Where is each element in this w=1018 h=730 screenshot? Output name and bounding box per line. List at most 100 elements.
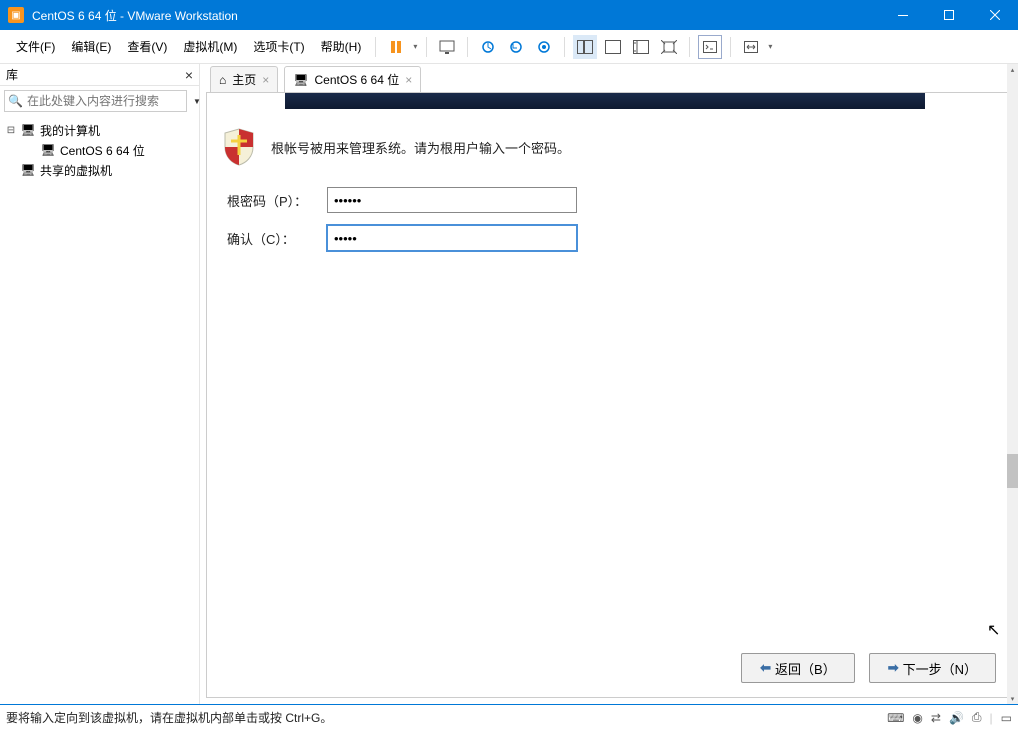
view-unity-button[interactable] xyxy=(629,35,653,59)
scroll-thumb[interactable] xyxy=(1007,454,1018,488)
pause-button[interactable] xyxy=(384,35,408,59)
snapshot-button[interactable] xyxy=(476,35,500,59)
pause-dropdown[interactable]: ▾ xyxy=(410,42,420,51)
separator xyxy=(375,37,376,57)
scroll-up-button[interactable]: ▴ xyxy=(1007,64,1018,75)
pause-icon xyxy=(389,40,403,54)
tree-label: 我的计算机 xyxy=(40,122,100,139)
console-view-button[interactable] xyxy=(698,35,722,59)
search-icon: 🔍 xyxy=(8,94,23,108)
shield-icon xyxy=(221,127,257,167)
tab-close-button[interactable]: × xyxy=(405,73,412,87)
right-scrollbar[interactable]: ▴ ▾ xyxy=(1007,64,1018,704)
installer-instruction: 根帐号被用来管理系统。请为根用户输入一个密码。 xyxy=(271,138,570,157)
separator xyxy=(467,37,468,57)
vm-icon: 🖥 xyxy=(40,143,56,157)
view-fullscreen-button[interactable] xyxy=(657,35,681,59)
device-tray: ⌨ ◉ ⇄ 🔊 ⎙ | ▭ xyxy=(887,710,1012,725)
menubar: 文件(F) 编辑(E) 查看(V) 虚拟机(M) 选项卡(T) 帮助(H) ▾ … xyxy=(0,30,1018,64)
statusbar: 要将输入定向到该虚拟机，请在虚拟机内部单击或按 Ctrl+G。 ⌨ ◉ ⇄ 🔊 … xyxy=(0,704,1018,730)
tree-item-my-computer[interactable]: ⊟ 🖥 我的计算机 xyxy=(0,120,199,140)
separator: | xyxy=(990,711,993,725)
tab-strip: ⌂ 主页 × 🖥 CentOS 6 64 位 × xyxy=(200,64,1017,92)
hard-disk-icon[interactable]: ⌨ xyxy=(887,711,904,725)
monitor-icon xyxy=(439,40,455,54)
tab-label: CentOS 6 64 位 xyxy=(315,71,400,88)
vm-console[interactable]: 根帐号被用来管理系统。请为根用户输入一个密码。 根密码（P）： 确认（C）： ⬅ xyxy=(206,92,1011,698)
confirm-password-label: 确认（C）： xyxy=(227,229,327,248)
snapshot-manage-button[interactable] xyxy=(532,35,556,59)
close-button[interactable] xyxy=(972,0,1018,30)
back-button-label: 返回（B） xyxy=(775,659,836,678)
installer-content: 根帐号被用来管理系统。请为根用户输入一个密码。 根密码（P）： 确认（C）： xyxy=(221,127,996,263)
library-search-row: 🔍 ▼ xyxy=(0,86,199,116)
snapshot-revert-icon xyxy=(509,40,523,54)
library-header: 库 × xyxy=(0,64,199,86)
printer-icon[interactable]: ⎙ xyxy=(972,710,982,725)
tree-label: CentOS 6 64 位 xyxy=(60,142,145,159)
library-tree: ⊟ 🖥 我的计算机 🖥 CentOS 6 64 位 🖥 共享的虚拟机 xyxy=(0,116,199,704)
installer-top-banner xyxy=(285,93,925,109)
separator xyxy=(689,37,690,57)
tab-home[interactable]: ⌂ 主页 × xyxy=(210,66,278,92)
view-single-button[interactable] xyxy=(601,35,625,59)
snapshot-take-icon xyxy=(481,40,495,54)
tree-item-shared-vms[interactable]: 🖥 共享的虚拟机 xyxy=(0,160,199,180)
separator xyxy=(426,37,427,57)
next-button-label: 下一步（N） xyxy=(903,659,977,678)
messages-icon[interactable]: ▭ xyxy=(1001,711,1012,725)
send-ctrl-alt-del-button[interactable] xyxy=(435,35,459,59)
view-thumbnail-button[interactable] xyxy=(573,35,597,59)
menu-view[interactable]: 查看(V) xyxy=(119,34,175,59)
back-button[interactable]: ⬅ 返回（B） xyxy=(741,653,855,683)
confirm-password-input[interactable] xyxy=(327,225,577,251)
maximize-button[interactable] xyxy=(926,0,972,30)
console-icon xyxy=(703,41,717,53)
separator xyxy=(564,37,565,57)
menu-vm[interactable]: 虚拟机(M) xyxy=(175,34,245,59)
vm-tab-icon: 🖥 xyxy=(293,73,308,87)
menu-edit[interactable]: 编辑(E) xyxy=(63,34,119,59)
arrow-right-icon: ➡ xyxy=(888,660,899,676)
arrow-left-icon: ⬅ xyxy=(760,660,771,676)
close-icon xyxy=(990,10,1000,20)
vmware-app-icon: ▣ xyxy=(8,7,24,23)
next-button[interactable]: ➡ 下一步（N） xyxy=(869,653,996,683)
thumbnail-icon xyxy=(577,40,593,54)
stretch-dropdown[interactable]: ▾ xyxy=(765,42,775,51)
menu-help[interactable]: 帮助(H) xyxy=(313,34,370,59)
scroll-down-button[interactable]: ▾ xyxy=(1007,693,1018,704)
minimize-button[interactable] xyxy=(880,0,926,30)
cd-icon[interactable]: ◉ xyxy=(912,711,922,725)
root-password-input[interactable] xyxy=(327,187,577,213)
tab-label: 主页 xyxy=(232,71,256,88)
menu-tabs[interactable]: 选项卡(T) xyxy=(245,34,312,59)
maximize-icon xyxy=(944,10,954,20)
root-password-label: 根密码（P）： xyxy=(227,191,327,210)
separator xyxy=(730,37,731,57)
window-title: CentOS 6 64 位 - VMware Workstation xyxy=(32,7,880,24)
snapshot-manage-icon xyxy=(537,40,551,54)
tree-twisty-icon[interactable]: ⊟ xyxy=(6,125,16,136)
computer-icon: 🖥 xyxy=(20,123,36,137)
minimize-icon xyxy=(898,15,908,16)
library-panel: 库 × 🔍 ▼ ⊟ 🖥 我的计算机 🖥 CentOS 6 64 位 🖥 xyxy=(0,64,200,704)
single-icon xyxy=(605,40,621,54)
tab-centos[interactable]: 🖥 CentOS 6 64 位 × xyxy=(284,66,421,92)
tree-item-centos[interactable]: 🖥 CentOS 6 64 位 xyxy=(0,140,199,160)
menu-file[interactable]: 文件(F) xyxy=(8,34,63,59)
library-close-button[interactable]: × xyxy=(185,67,193,83)
status-message: 要将输入定向到该虚拟机，请在虚拟机内部单击或按 Ctrl+G。 xyxy=(6,709,887,726)
network-icon[interactable]: ⇄ xyxy=(931,711,941,725)
titlebar: ▣ CentOS 6 64 位 - VMware Workstation xyxy=(0,0,1018,30)
library-search-input[interactable] xyxy=(4,90,187,112)
tree-label: 共享的虚拟机 xyxy=(40,162,112,179)
tab-close-button[interactable]: × xyxy=(262,73,269,87)
unity-icon xyxy=(633,40,649,54)
main-area: ⌂ 主页 × 🖥 CentOS 6 64 位 × xyxy=(200,64,1018,704)
snapshot-revert-button[interactable] xyxy=(504,35,528,59)
library-title: 库 xyxy=(6,66,185,83)
stretch-guest-button[interactable] xyxy=(739,35,763,59)
home-icon: ⌂ xyxy=(219,73,226,87)
sound-icon[interactable]: 🔊 xyxy=(949,711,964,725)
